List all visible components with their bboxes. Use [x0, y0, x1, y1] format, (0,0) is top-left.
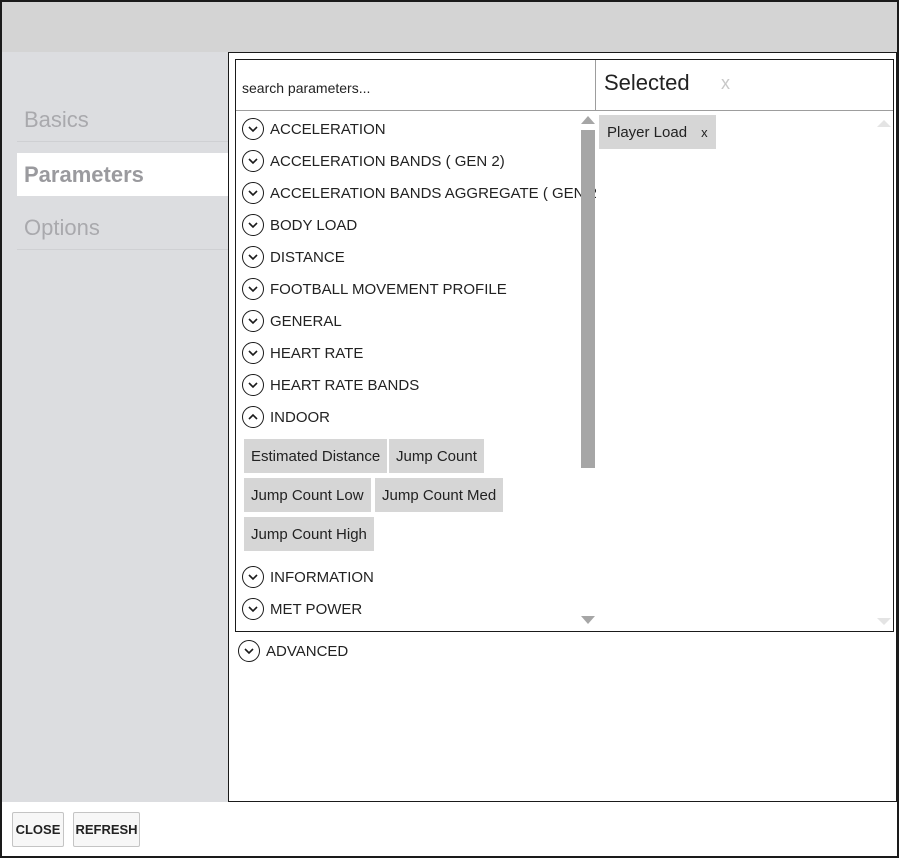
category-label: INDOOR [270, 408, 330, 426]
category-row[interactable]: BODY LOAD [242, 212, 357, 238]
category-label: MET POWER [270, 600, 363, 618]
advanced-toggle[interactable]: ADVANCED [238, 638, 348, 664]
sidebar-item-options[interactable]: Options [17, 207, 228, 250]
chevron-down-icon [242, 310, 264, 332]
scroll-down-arrow-icon[interactable] [581, 616, 595, 624]
scroll-up-arrow-icon[interactable] [581, 116, 595, 124]
chevron-down-icon [242, 374, 264, 396]
selected-parameter-chip: Player Load x [599, 115, 716, 149]
title-bar [2, 2, 897, 52]
category-row[interactable]: GENERAL [242, 308, 342, 334]
chevron-down-icon [242, 342, 264, 364]
clear-selected-button[interactable]: x [721, 73, 730, 94]
category-label: FOOTBALL MOVEMENT PROFILE [270, 280, 507, 298]
scroll-down-arrow-icon[interactable] [877, 618, 891, 625]
category-label: ACCELERATION [270, 120, 386, 138]
category-scrollbar[interactable] [581, 112, 595, 630]
chevron-up-icon [242, 406, 264, 428]
category-row[interactable]: ACCELERATION BANDS AGGREGATE ( GEN 2) [242, 180, 596, 206]
parameter-picker: Selected x ACCELERATION ACCELERATION BAN… [235, 59, 894, 632]
chevron-down-icon [242, 598, 264, 620]
category-row[interactable]: HEART RATE [242, 340, 363, 366]
advanced-label: ADVANCED [266, 642, 349, 660]
category-label: ACCELERATION BANDS ( GEN 2) [270, 152, 505, 170]
parameters-panel: Selected x ACCELERATION ACCELERATION BAN… [228, 52, 897, 802]
sidebar-item-parameters[interactable]: Parameters [17, 153, 228, 196]
chevron-down-icon [242, 246, 264, 268]
chevron-down-icon [242, 118, 264, 140]
refresh-button[interactable]: REFRESH [73, 812, 140, 847]
close-button[interactable]: CLOSE [12, 812, 64, 847]
sidebar: Basics Parameters Options [2, 52, 228, 802]
selected-header: Selected x [596, 60, 893, 111]
category-row[interactable]: MET POWER [242, 596, 362, 622]
search-input[interactable] [236, 60, 596, 111]
selected-list: Player Load x [596, 112, 893, 631]
chevron-down-icon [242, 566, 264, 588]
scroll-thumb[interactable] [581, 130, 595, 468]
chevron-down-icon [238, 640, 260, 662]
sidebar-item-basics[interactable]: Basics [17, 99, 228, 142]
parameter-chip[interactable]: Jump Count [389, 439, 484, 473]
selected-parameter-label: Player Load [607, 123, 688, 141]
chevron-down-icon [242, 150, 264, 172]
chevron-down-icon [242, 182, 264, 204]
category-label: HEART RATE [270, 344, 364, 362]
category-row[interactable]: ACCELERATION [242, 116, 386, 142]
dialog-window: Basics Parameters Options Selected x ACC… [0, 0, 899, 858]
selected-title: Selected [604, 70, 690, 95]
footer-bar: CLOSE REFRESH [2, 802, 897, 856]
parameter-chip[interactable]: Jump Count High [244, 517, 374, 551]
category-row[interactable]: ACCELERATION BANDS ( GEN 2) [242, 148, 505, 174]
category-row[interactable]: DISTANCE [242, 244, 345, 270]
category-row[interactable]: HEART RATE BANDS [242, 372, 419, 398]
scroll-up-arrow-icon[interactable] [877, 120, 891, 127]
category-label: DISTANCE [270, 248, 345, 266]
category-label: BODY LOAD [270, 216, 358, 234]
category-label: INFORMATION [270, 568, 374, 586]
category-label: GENERAL [270, 312, 342, 330]
category-label: HEART RATE BANDS [270, 376, 420, 394]
category-row-indoor[interactable]: INDOOR [242, 404, 330, 430]
chevron-down-icon [242, 278, 264, 300]
category-row[interactable]: INFORMATION [242, 564, 374, 590]
category-row[interactable]: FOOTBALL MOVEMENT PROFILE [242, 276, 507, 302]
category-label: ACCELERATION BANDS AGGREGATE ( GEN 2) [270, 184, 596, 202]
chevron-down-icon [242, 214, 264, 236]
remove-parameter-button[interactable]: x [701, 125, 708, 140]
parameter-chip[interactable]: Estimated Distance [244, 439, 388, 473]
parameter-chip[interactable]: Jump Count Low [244, 478, 371, 512]
parameter-chip[interactable]: Jump Count Med [375, 478, 504, 512]
category-list[interactable]: ACCELERATION ACCELERATION BANDS ( GEN 2)… [236, 112, 596, 631]
